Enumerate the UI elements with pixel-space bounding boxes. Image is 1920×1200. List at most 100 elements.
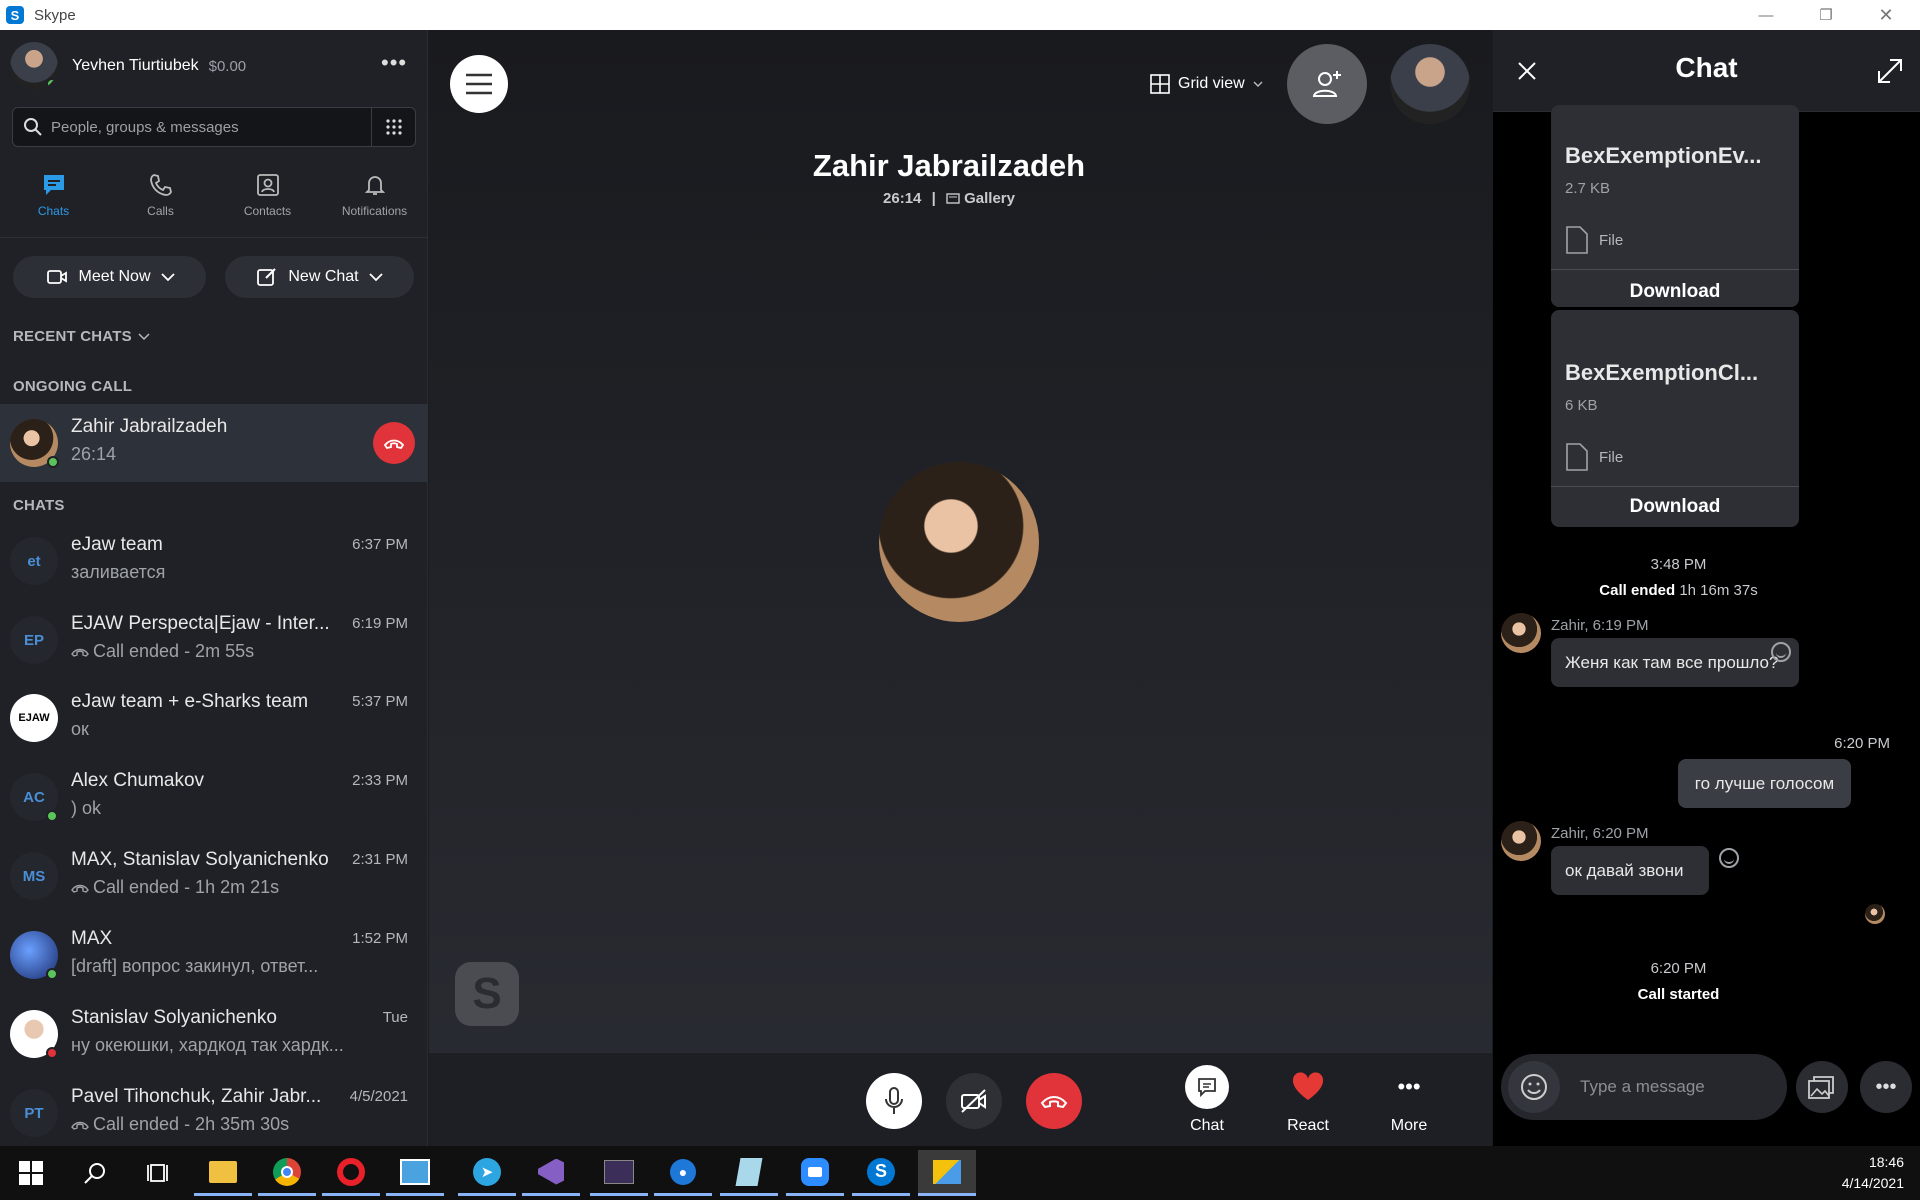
call-separator: | [931,190,936,207]
chat-last-message: заливается [71,562,165,583]
call-ended-icon [71,884,89,893]
clock-time: 18:46 [1868,1154,1904,1170]
telegram-icon[interactable]: ➤ [458,1150,516,1196]
recent-chats-header[interactable]: RECENT CHATS [13,328,150,345]
close-button[interactable]: ✕ [1856,0,1916,30]
chat-message-text: Call ended - 2h 35m 30s [93,1114,290,1134]
chat-list-item[interactable]: AC Alex Chumakov) ok 2:33 PM [0,758,428,836]
file-card[interactable]: BexExemptionCl... 6 KB File Download [1551,310,1799,527]
profile-name: Yevhen Tiurtiubek [72,57,199,74]
task-view-icon[interactable] [130,1150,188,1196]
file-type: File [1565,442,1623,472]
clock-date: 4/14/2021 [1841,1175,1904,1191]
dialpad-button[interactable] [371,108,415,146]
file-card[interactable]: BexExemptionEv... 2.7 KB File Download [1551,105,1799,307]
chrome-icon[interactable] [258,1150,316,1196]
divider [1551,486,1799,487]
tab-notifications[interactable]: Notifications [321,168,428,237]
skype-taskbar-icon[interactable]: S [852,1150,910,1196]
chat-name: EJAW Perspecta|Ejaw - Inter... [71,613,330,634]
taskbar-clock[interactable]: 18:46 4/14/2021 [1842,1152,1904,1194]
tab-contacts[interactable]: Contacts [214,168,321,237]
download-button[interactable]: Download [1551,281,1799,303]
video-toggle-button[interactable] [946,1073,1002,1129]
chat-bubble-icon [1198,1078,1216,1098]
message-input[interactable]: Type a message [1580,1077,1705,1097]
chat-time: 2:33 PM [352,772,408,789]
chat-name: eJaw team + e-Sharks team [71,691,309,712]
maps-icon[interactable]: ● [654,1150,712,1196]
chat-message-text: ну океюшки, хардкод так хардк... [71,1035,344,1055]
chat-list-item[interactable]: PT Pavel Tihonchuk, Zahir Jabr... Call end… [0,1074,428,1152]
more-button[interactable]: ••• More [1369,1065,1449,1135]
profile-balance: $0.00 [208,57,247,75]
expand-icon[interactable] [1876,57,1904,85]
add-people-button[interactable] [1287,44,1367,124]
call-ended-icon [71,648,89,657]
mute-button[interactable] [866,1073,922,1129]
tab-contacts-label: Contacts [243,204,292,218]
emoji-button[interactable] [1508,1061,1560,1113]
hang-up-button[interactable] [1026,1073,1082,1129]
visual-studio-icon[interactable] [522,1150,580,1196]
title-bar: S Skype — ❐ ✕ [0,0,1920,30]
ongoing-call-row[interactable]: Zahir Jabrailzadeh 26:14 [0,404,428,482]
chat-list-item[interactable]: et eJaw team заливается 6:37 PM [0,522,428,600]
online-status-icon [46,968,58,980]
chat-action-button[interactable]: Chat [1167,1065,1247,1135]
message-bubble[interactable]: го лучше голосом [1678,759,1851,808]
windows-start-icon[interactable] [2,1150,60,1196]
file-icon [1566,443,1588,471]
opera-icon[interactable] [322,1150,380,1196]
file-explorer-icon[interactable] [194,1150,252,1196]
message-bubble[interactable]: Женя как там все прошло? [1551,638,1799,687]
download-button[interactable]: Download [1551,496,1799,518]
call-ended-info: Call ended 1h 16m 37s [1493,582,1864,599]
message-sender: Zahir, 6:20 PM [1551,825,1649,842]
composer-more-button[interactable]: ••• [1860,1061,1912,1113]
chat-message-text: Call ended - 1h 2m 21s [93,877,280,897]
new-chat-button[interactable]: New Chat [225,256,414,298]
react-button[interactable]: React [1268,1065,1348,1135]
chat-list-item[interactable]: MAX [draft] вопрос закинул, ответ... 1:52 … [0,916,428,994]
contacts-icon [256,174,279,196]
search-box[interactable]: People, groups & messages [12,107,416,147]
search-icon[interactable] [66,1150,124,1196]
zoom-icon[interactable] [786,1150,844,1196]
notepad-icon[interactable] [720,1150,778,1196]
call-menu-button[interactable] [450,55,508,113]
more-label: More [1390,1117,1428,1134]
restore-button[interactable]: ❐ [1796,0,1856,30]
emoji-icon [1521,1074,1547,1100]
chat-list-item[interactable]: EP EJAW Perspecta|Ejaw - Inter... Call end… [0,601,428,679]
remote-app-icon[interactable] [918,1150,976,1196]
chat-list-item[interactable]: Stanislav Solyanichenko ну океюшки, хардк… [0,995,428,1073]
attach-media-button[interactable] [1796,1061,1848,1113]
terminal-icon[interactable] [590,1150,648,1196]
profile-avatar[interactable] [10,42,58,90]
minimize-button[interactable]: — [1736,0,1796,30]
profile[interactable]: Yevhen Tiurtiubek $0.00 [10,42,246,90]
tab-calls[interactable]: Calls [107,168,214,237]
add-reaction-icon[interactable] [1771,642,1791,662]
tab-notifications-label: Notifications [341,204,408,218]
chat-list-item[interactable]: EJAW eJaw team + e-Sharks team ок 5:37 PM [0,679,428,757]
meet-now-label: Meet Now [78,268,151,285]
add-reaction-icon[interactable] [1719,848,1739,868]
chat-name: Stanislav Solyanichenko [71,1007,277,1028]
file-type: File [1565,225,1623,255]
grid-view-button[interactable]: Grid view [1150,74,1263,94]
sender-avatar[interactable] [1501,821,1541,861]
chat-icon [43,175,64,195]
message-bubble[interactable]: ок давай звони [1551,846,1709,895]
tab-chats[interactable]: Chats [0,168,107,237]
mail-app-icon[interactable] [386,1150,444,1196]
self-video-avatar[interactable] [1390,44,1470,124]
meet-now-button[interactable]: Meet Now [13,256,206,298]
message-composer[interactable]: Type a message [1501,1054,1787,1120]
end-call-button[interactable] [373,422,415,464]
chat-last-message: ) ok [71,798,101,819]
chat-list-item[interactable]: MS MAX, Stanislav Solyanichenko Call ended… [0,837,428,915]
profile-more-icon[interactable]: ••• [381,50,407,76]
sender-avatar[interactable] [1501,613,1541,653]
